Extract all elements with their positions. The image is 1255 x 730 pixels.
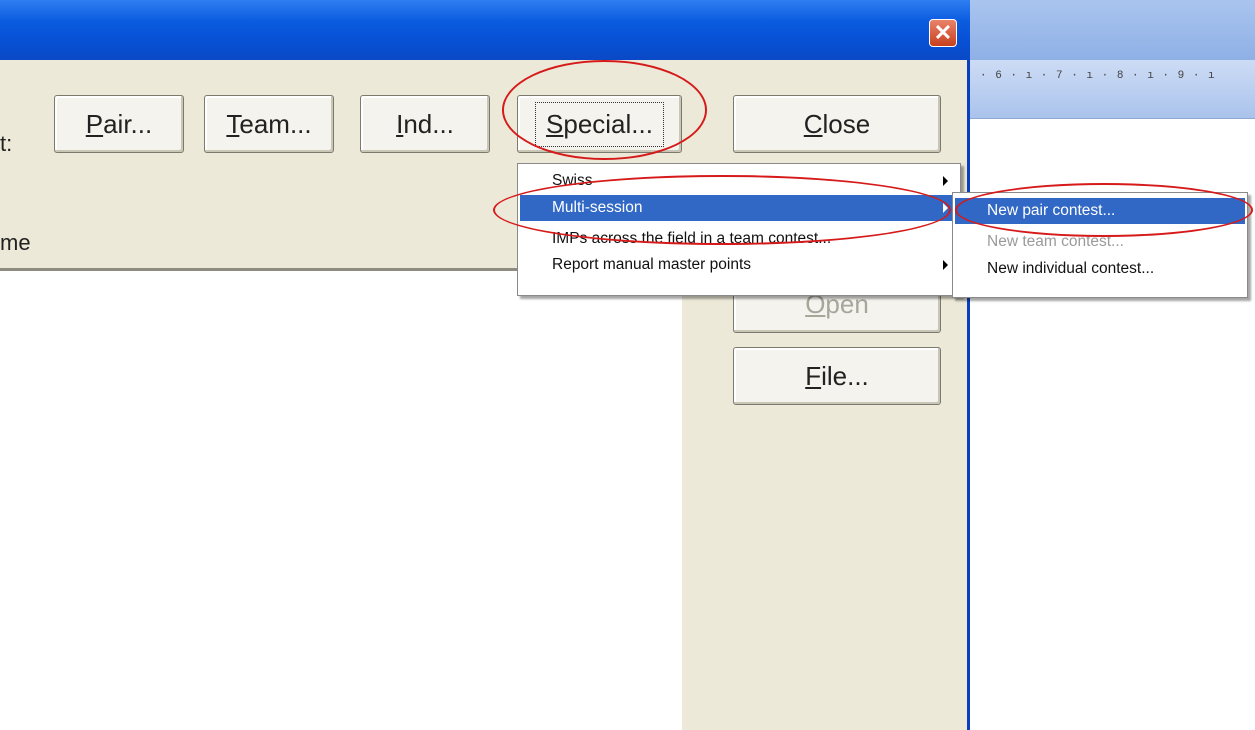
special-button[interactable]: Special... <box>517 95 682 153</box>
contest-type-label: t: <box>0 131 13 156</box>
menu-item-label: Multi-session <box>552 199 643 216</box>
team-button[interactable]: Team... <box>204 95 334 153</box>
pair-button[interactable]: Pair... <box>54 95 184 153</box>
individual-button[interactable]: Ind... <box>360 95 490 153</box>
submenu-item-new-team-contest[interactable]: New team contest... <box>955 229 1245 255</box>
close-button-mnemonic: C <box>803 108 823 139</box>
menu-item-label: IMPs across the field in a team contest.… <box>552 230 832 247</box>
submenu-arrow-icon <box>943 176 948 186</box>
menu-item-imps-across-field[interactable]: IMPs across the field in a team contest.… <box>520 226 958 252</box>
file-button-mnemonic: F <box>805 360 822 391</box>
submenu-arrow-icon <box>943 260 948 270</box>
special-menu: Swiss Multi-session IMPs across the fiel… <box>517 163 961 296</box>
close-button[interactable]: Close <box>733 95 941 153</box>
file-button-label: ile... <box>821 360 869 391</box>
close-button-label: lose <box>822 108 871 139</box>
submenu-arrow-icon <box>943 203 948 213</box>
submenu-item-label: New individual contest... <box>987 260 1155 277</box>
menu-item-label: Report manual master points <box>552 256 752 273</box>
submenu-item-label: New pair contest... <box>987 202 1116 219</box>
special-button-label: pecial... <box>563 108 653 139</box>
submenu-item-new-individual-contest[interactable]: New individual contest... <box>955 256 1245 282</box>
close-icon[interactable]: ✕ <box>929 19 957 47</box>
ruler-ticks: · 6 · ı · 7 · ı · 8 · ı · 9 · ı <box>980 70 1216 82</box>
multi-session-submenu: New pair contest... New team contest... … <box>952 192 1248 298</box>
team-button-mnemonic: T <box>226 108 240 139</box>
menu-item-label: Swiss <box>552 172 593 189</box>
submenu-item-label: New team contest... <box>987 233 1124 250</box>
pair-button-label: air... <box>103 108 153 139</box>
submenu-item-new-pair-contest[interactable]: New pair contest... <box>955 198 1245 224</box>
pair-button-mnemonic: P <box>85 108 104 139</box>
document-title-bar <box>968 0 1255 60</box>
name-label: me <box>0 230 31 255</box>
menu-item-report-master-points[interactable]: Report manual master points <box>520 252 958 278</box>
special-button-mnemonic: S <box>546 108 564 139</box>
menu-item-swiss[interactable]: Swiss <box>520 168 958 194</box>
file-button[interactable]: File... <box>733 347 941 405</box>
dialog-title-bar[interactable] <box>0 0 970 60</box>
dialog-window: ✕ t: me Pair... Team... Ind... Special..… <box>0 0 970 730</box>
team-button-label: eam... <box>239 108 312 139</box>
menu-item-multi-session[interactable]: Multi-session <box>520 195 958 221</box>
contest-list-panel[interactable] <box>0 271 682 730</box>
individual-button-label: nd... <box>403 108 454 139</box>
ruler: · 6 · ı · 7 · ı · 8 · ı · 9 · ı <box>968 60 1255 119</box>
